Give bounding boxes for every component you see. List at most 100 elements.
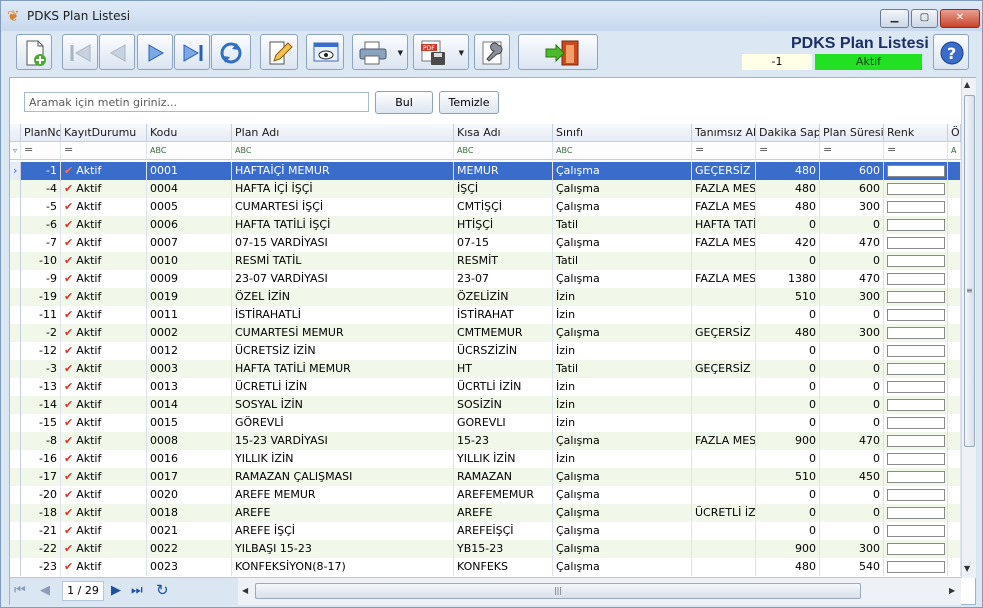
nav-first-icon[interactable]: ⏮ — [14, 583, 26, 598]
column-header[interactable]: Ö — [948, 124, 961, 142]
color-cell[interactable] — [884, 468, 948, 486]
row-indicator[interactable] — [10, 540, 21, 558]
column-header[interactable]: Sınıfı — [553, 124, 692, 142]
scroll-right-icon[interactable]: ▶ — [949, 586, 955, 595]
last-record-button[interactable] — [174, 34, 210, 70]
table-row[interactable]: -18 ✔ Aktif 0018 AREFE AREFE Çalışma ÜCRETLİ İZ… — [10, 504, 961, 522]
table-row[interactable]: -11 ✔ Aktif 0011 İSTİRAHATLİ İSTİRAHAT İzin 0 0 — [10, 306, 961, 324]
column-filter[interactable]: = — [21, 142, 61, 160]
exit-button[interactable] — [518, 34, 598, 70]
table-row[interactable]: -17 ✔ Aktif 0017 RAMAZAN ÇALIŞMASI RAMAZAN Çal… — [10, 468, 961, 486]
table-row[interactable]: -9 ✔ Aktif 0009 23-07 VARDİYASI 23-07 Çalışma F… — [10, 270, 961, 288]
row-indicator[interactable]: › — [10, 162, 21, 180]
row-indicator[interactable] — [10, 396, 21, 414]
scroll-down-icon[interactable]: ▼ — [964, 564, 970, 573]
color-cell[interactable] — [884, 180, 948, 198]
row-indicator[interactable] — [10, 288, 21, 306]
table-row[interactable]: -15 ✔ Aktif 0015 GÖREVLİ GOREVLI İzin 0 0 — [10, 414, 961, 432]
color-cell[interactable] — [884, 342, 948, 360]
nav-last-icon[interactable]: ⏭ — [131, 583, 143, 598]
table-row[interactable]: -8 ✔ Aktif 0008 15-23 VARDİYASI 15-23 Çalışma F… — [10, 432, 961, 450]
row-indicator[interactable] — [10, 378, 21, 396]
column-header[interactable]: Dakika Sapm — [756, 124, 820, 142]
row-indicator[interactable] — [10, 504, 21, 522]
table-row[interactable]: -7 ✔ Aktif 0007 07-15 VARDİYASI 07-15 Çalışma F… — [10, 234, 961, 252]
column-filter[interactable]: = — [692, 142, 756, 160]
color-cell[interactable] — [884, 324, 948, 342]
table-row[interactable]: -21 ✔ Aktif 0021 AREFE İŞÇİ AREFEİŞÇİ Çalışma 0… — [10, 522, 961, 540]
color-cell[interactable] — [884, 288, 948, 306]
print-dropdown-icon[interactable]: ▼ — [398, 49, 403, 57]
search-input[interactable] — [24, 92, 369, 112]
refresh-button[interactable] — [211, 34, 251, 70]
column-filter[interactable]: A — [948, 142, 961, 160]
column-header[interactable]: KayıtDurumu — [61, 124, 147, 142]
vertical-scroll-thumb[interactable]: ≡ — [964, 95, 975, 447]
export-pdf-button[interactable]: PDF ▼ — [413, 34, 469, 70]
scroll-left-icon[interactable]: ◀ — [242, 586, 248, 595]
color-cell[interactable] — [884, 162, 948, 180]
vertical-scrollbar[interactable]: ▲ ≡ ▼ — [961, 78, 976, 578]
table-row[interactable]: › -1 ✔ Aktif 0001 HAFTAİÇİ MEMUR MEMUR Çalışma G… — [10, 162, 961, 180]
column-filter[interactable]: = — [820, 142, 884, 160]
data-grid[interactable]: PlanNo KayıtDurumu Kodu Plan Adı Kısa Adı Sın… — [10, 124, 961, 576]
row-indicator[interactable] — [10, 324, 21, 342]
table-row[interactable]: -6 ✔ Aktif 0006 HAFTA TATİLİ İŞÇİ HTİŞÇİ Tatil… — [10, 216, 961, 234]
row-indicator[interactable] — [10, 270, 21, 288]
color-cell[interactable] — [884, 414, 948, 432]
horizontal-scrollbar[interactable]: ◀ ||| ▶ — [238, 577, 961, 605]
column-filter[interactable]: = — [884, 142, 948, 160]
maximize-button[interactable]: ▢ — [911, 9, 938, 28]
row-indicator[interactable] — [10, 180, 21, 198]
edit-button[interactable] — [260, 34, 298, 70]
row-indicator[interactable] — [10, 486, 21, 504]
column-filter[interactable]: ABC — [553, 142, 692, 160]
color-cell[interactable] — [884, 198, 948, 216]
color-cell[interactable] — [884, 252, 948, 270]
color-cell[interactable] — [884, 540, 948, 558]
help-button[interactable]: ? — [933, 34, 969, 70]
row-indicator[interactable] — [10, 234, 21, 252]
row-indicator[interactable] — [10, 216, 21, 234]
table-row[interactable]: -20 ✔ Aktif 0020 AREFE MEMUR AREFEMEMUR Çalışm… — [10, 486, 961, 504]
table-row[interactable]: -4 ✔ Aktif 0004 HAFTA İÇİ İŞÇİ İŞÇİ Çalışma FAZ… — [10, 180, 961, 198]
row-indicator[interactable] — [10, 450, 21, 468]
nav-next-icon[interactable]: ▶ — [111, 583, 121, 598]
color-cell[interactable] — [884, 558, 948, 576]
clear-button[interactable]: Temizle — [439, 91, 499, 114]
color-cell[interactable] — [884, 378, 948, 396]
column-filter[interactable]: ABC — [147, 142, 232, 160]
previous-record-button[interactable] — [99, 34, 135, 70]
settings-button[interactable] — [474, 34, 510, 70]
next-record-button[interactable] — [137, 34, 173, 70]
row-indicator[interactable] — [10, 522, 21, 540]
color-cell[interactable] — [884, 450, 948, 468]
table-row[interactable]: -13 ✔ Aktif 0013 ÜCRETLİ İZİN ÜCRTLİ İZİN İzin… — [10, 378, 961, 396]
table-row[interactable]: -23 ✔ Aktif 0023 KONFEKSİYON(8-17) KONFEKS Çal… — [10, 558, 961, 576]
color-cell[interactable] — [884, 432, 948, 450]
table-row[interactable]: -16 ✔ Aktif 0016 YILLIK İZİN YILLIK İZİN İzin 0… — [10, 450, 961, 468]
color-cell[interactable] — [884, 360, 948, 378]
column-header[interactable]: Plan Süresi — [820, 124, 884, 142]
column-filter[interactable]: ABC — [232, 142, 454, 160]
row-indicator[interactable] — [10, 360, 21, 378]
column-filter[interactable]: ABC — [454, 142, 553, 160]
row-indicator[interactable] — [10, 252, 21, 270]
minimize-button[interactable]: ▁ — [880, 9, 909, 28]
table-row[interactable]: -3 ✔ Aktif 0003 HAFTA TATİLİ MEMUR HT Tatil GEÇ… — [10, 360, 961, 378]
column-header[interactable]: Kısa Adı — [454, 124, 553, 142]
column-header[interactable]: Plan Adı — [232, 124, 454, 142]
row-indicator[interactable] — [10, 558, 21, 576]
table-row[interactable]: -19 ✔ Aktif 0019 ÖZEL İZİN ÖZELİZİN İzin 510 300 — [10, 288, 961, 306]
nav-previous-icon[interactable]: ◀ — [40, 583, 50, 598]
first-record-button[interactable] — [62, 34, 98, 70]
close-button[interactable]: ✕ — [940, 9, 980, 28]
table-row[interactable]: -2 ✔ Aktif 0002 CUMARTESİ MEMUR CMTMEMUR Çalış… — [10, 324, 961, 342]
column-header[interactable]: Tanımsız Akt — [692, 124, 756, 142]
color-cell[interactable] — [884, 234, 948, 252]
color-cell[interactable] — [884, 396, 948, 414]
column-header[interactable]: Kodu — [147, 124, 232, 142]
color-cell[interactable] — [884, 504, 948, 522]
row-indicator[interactable] — [10, 432, 21, 450]
row-indicator[interactable] — [10, 414, 21, 432]
